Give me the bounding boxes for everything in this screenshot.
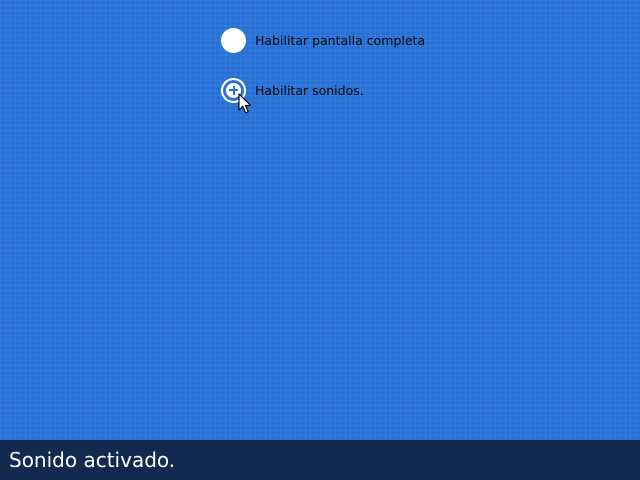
status-bar: Sonido activado. (0, 440, 640, 480)
plus-circle-icon[interactable] (221, 77, 246, 103)
status-message: Sonido activado. (9, 448, 176, 472)
plus-icon-vertical (232, 85, 235, 95)
sound-option-label[interactable]: Habilitar sonidos. (255, 83, 364, 98)
sound-option[interactable]: Habilitar sonidos. (221, 77, 364, 103)
fullscreen-option-label[interactable]: Habilitar pantalla completa (255, 33, 425, 48)
fullscreen-option[interactable]: Habilitar pantalla completa (221, 27, 425, 53)
circle-icon[interactable] (221, 27, 246, 53)
